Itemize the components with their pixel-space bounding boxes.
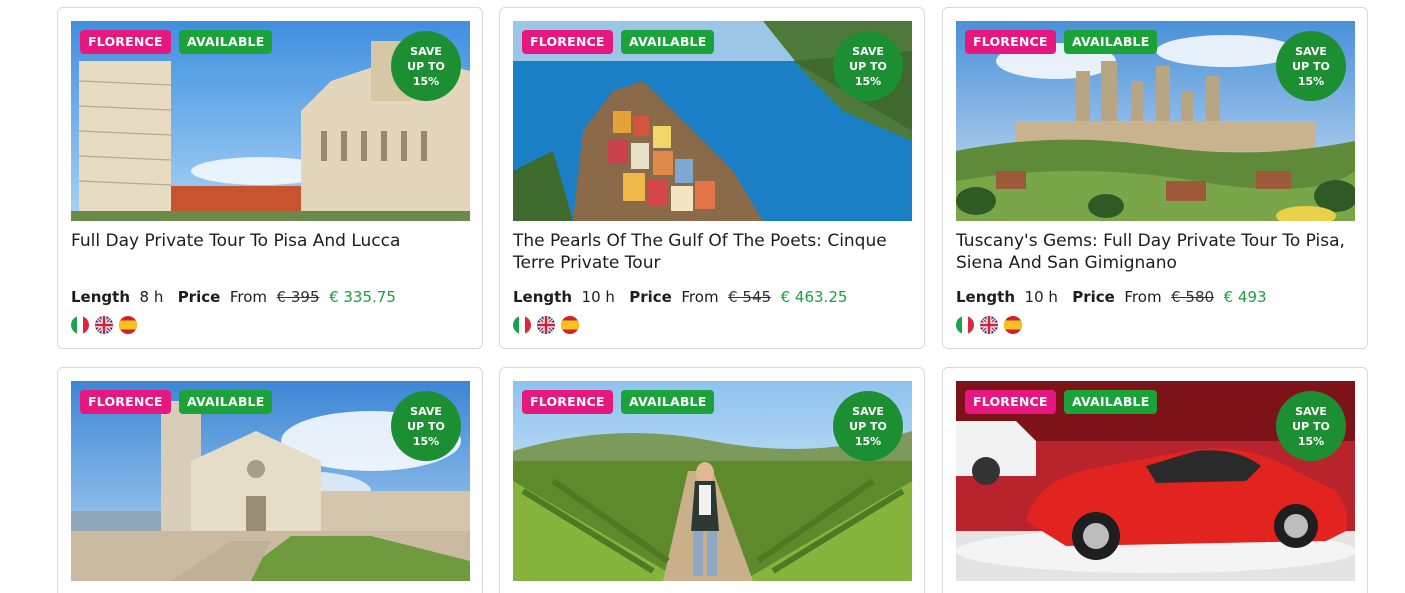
- tour-card[interactable]: FLORENCE AVAILABLE SAVE UP TO 15%: [57, 367, 483, 593]
- city-tag: FLORENCE: [965, 390, 1056, 414]
- discount-badge-line: 15%: [1297, 434, 1325, 448]
- tour-title[interactable]: The Pearls Of The Gulf Of The Poets: Cin…: [513, 230, 918, 274]
- tour-card[interactable]: FLORENCE AVAILABLE SAVE UP TO 15% The Pe…: [499, 7, 925, 349]
- availability-tag: AVAILABLE: [621, 30, 715, 54]
- uk-flag-icon: [95, 316, 113, 334]
- availability-tag: AVAILABLE: [1064, 30, 1158, 54]
- discount-badge-line: SAVE: [410, 404, 442, 418]
- tour-image[interactable]: FLORENCE AVAILABLE SAVE UP TO 15%: [513, 381, 912, 581]
- discount-badge-line: 15%: [854, 434, 882, 448]
- availability-tag: AVAILABLE: [179, 390, 273, 414]
- tour-meta: Length 10 h Price From € 580 € 493: [956, 286, 1267, 308]
- discount-badge-line: SAVE: [852, 44, 884, 58]
- from-label: From: [229, 288, 268, 306]
- spanish-flag-icon: [561, 316, 579, 334]
- discount-badge-line: 15%: [412, 74, 440, 88]
- length-value: 10 h: [581, 288, 615, 306]
- price-label: Price: [1072, 288, 1115, 306]
- tour-title[interactable]: Full Day Private Tour To Pisa And Lucca: [71, 230, 476, 252]
- discounted-price: € 335.75: [329, 288, 396, 306]
- discount-badge: SAVE UP TO 15%: [391, 391, 461, 461]
- tour-card[interactable]: FLORENCE AVAILABLE SAVE UP TO 15% Full D…: [57, 7, 483, 349]
- discount-badge-line: SAVE: [852, 404, 884, 418]
- availability-tag: AVAILABLE: [1064, 390, 1158, 414]
- tour-image[interactable]: FLORENCE AVAILABLE SAVE UP TO 15%: [71, 21, 470, 221]
- length-value: 8 h: [139, 288, 164, 306]
- language-flags: [71, 316, 137, 334]
- discount-badge-line: SAVE: [410, 44, 442, 58]
- discount-badge-line: UP TO: [849, 419, 887, 433]
- length-value: 10 h: [1024, 288, 1058, 306]
- italian-flag-icon: [956, 316, 974, 334]
- uk-flag-icon: [537, 316, 555, 334]
- from-label: From: [1124, 288, 1162, 306]
- city-tag: FLORENCE: [522, 390, 613, 414]
- original-price: € 545: [728, 288, 772, 306]
- tour-meta: Length 8 h Price From € 395 € 335.75: [71, 286, 396, 308]
- discounted-price: € 493: [1223, 288, 1267, 306]
- spanish-flag-icon: [119, 316, 137, 334]
- city-tag: FLORENCE: [80, 390, 171, 414]
- city-tag: FLORENCE: [80, 30, 171, 54]
- discount-badge-line: 15%: [1297, 74, 1325, 88]
- tour-card[interactable]: FLORENCE AVAILABLE SAVE UP TO 15%: [942, 367, 1368, 593]
- discount-badge-line: 15%: [854, 74, 882, 88]
- original-price: € 395: [276, 288, 320, 306]
- language-flags: [956, 316, 1022, 334]
- tour-card[interactable]: FLORENCE AVAILABLE SAVE UP TO 15%: [499, 367, 925, 593]
- discount-badge: SAVE UP TO 15%: [833, 391, 903, 461]
- language-flags: [513, 316, 579, 334]
- discount-badge: SAVE UP TO 15%: [1276, 391, 1346, 461]
- italian-flag-icon: [513, 316, 531, 334]
- italian-flag-icon: [71, 316, 89, 334]
- discount-badge-line: UP TO: [849, 59, 887, 73]
- tour-image[interactable]: FLORENCE AVAILABLE SAVE UP TO 15%: [956, 21, 1355, 221]
- tour-card[interactable]: FLORENCE AVAILABLE SAVE UP TO 15% Tuscan…: [942, 7, 1368, 349]
- city-tag: FLORENCE: [965, 30, 1056, 54]
- availability-tag: AVAILABLE: [621, 390, 715, 414]
- length-label: Length: [513, 288, 572, 306]
- uk-flag-icon: [980, 316, 998, 334]
- discount-badge-line: 15%: [412, 434, 440, 448]
- discount-badge-line: UP TO: [1292, 59, 1330, 73]
- discount-badge-line: UP TO: [407, 59, 445, 73]
- tour-image[interactable]: FLORENCE AVAILABLE SAVE UP TO 15%: [513, 21, 912, 221]
- discount-badge-line: SAVE: [1295, 404, 1327, 418]
- from-label: From: [681, 288, 719, 306]
- length-label: Length: [71, 288, 130, 306]
- length-label: Length: [956, 288, 1015, 306]
- price-label: Price: [177, 288, 221, 306]
- discount-badge: SAVE UP TO 15%: [391, 31, 461, 101]
- tour-image[interactable]: FLORENCE AVAILABLE SAVE UP TO 15%: [956, 381, 1355, 581]
- price-label: Price: [629, 288, 672, 306]
- tour-title[interactable]: Tuscany's Gems: Full Day Private Tour To…: [956, 230, 1361, 274]
- discount-badge: SAVE UP TO 15%: [1276, 31, 1346, 101]
- tour-meta: Length 10 h Price From € 545 € 463.25: [513, 286, 847, 308]
- tour-image[interactable]: FLORENCE AVAILABLE SAVE UP TO 15%: [71, 381, 470, 581]
- availability-tag: AVAILABLE: [179, 30, 273, 54]
- discount-badge-line: UP TO: [407, 419, 445, 433]
- spanish-flag-icon: [1004, 316, 1022, 334]
- discounted-price: € 463.25: [780, 288, 848, 306]
- discount-badge-line: SAVE: [1295, 44, 1327, 58]
- city-tag: FLORENCE: [522, 30, 613, 54]
- original-price: € 580: [1171, 288, 1215, 306]
- discount-badge: SAVE UP TO 15%: [833, 31, 903, 101]
- discount-badge-line: UP TO: [1292, 419, 1330, 433]
